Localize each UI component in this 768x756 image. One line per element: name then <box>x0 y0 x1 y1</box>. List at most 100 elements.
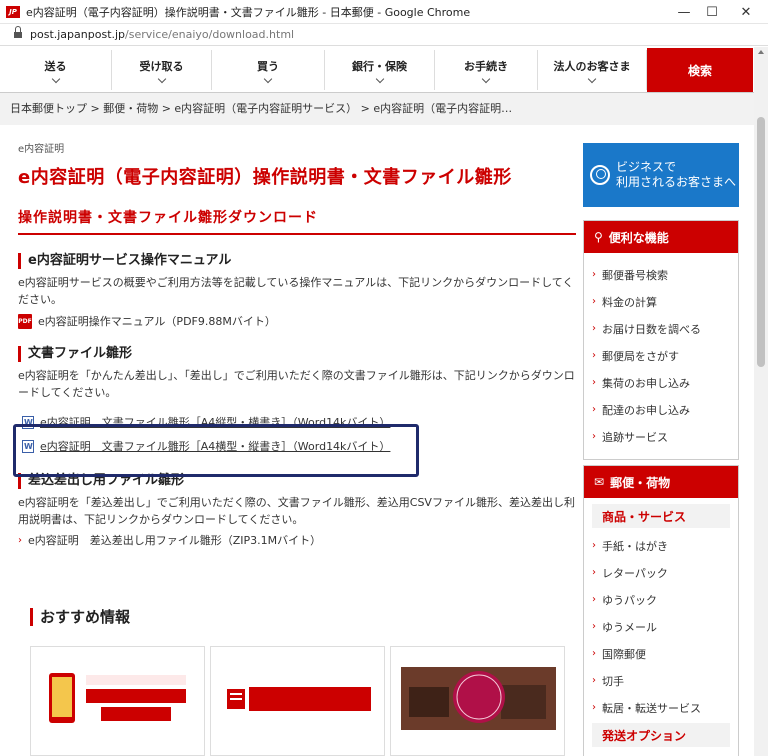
sidebar-item-label: 郵便番号検索 <box>602 268 668 282</box>
nav-label: 受け取る <box>139 60 184 73</box>
main-content: e内容証明 e内容証明（電子内容証明）操作説明書・文書ファイル雛形 操作説明書・… <box>18 140 576 548</box>
chevron-down-icon <box>51 74 60 84</box>
chevron-right-icon: › <box>18 534 22 546</box>
mail-heading-label: 郵便・荷物 <box>610 475 671 490</box>
nav-item-bank-insurance[interactable]: 銀行・保険 <box>325 50 435 90</box>
envelope-icon: ✉ <box>594 475 605 489</box>
recommend-heading: おすすめ情報 <box>30 608 130 626</box>
recommend-card-clickpost[interactable] <box>210 646 385 756</box>
address-bar[interactable]: post.japanpost.jp/service/enaiyo/downloa… <box>0 24 768 46</box>
recommend-card-valentine[interactable] <box>390 646 565 756</box>
sidebar-item-tracking[interactable]: › 追跡サービス <box>584 423 738 450</box>
clickpost-logo-image <box>221 667 376 730</box>
chevron-right-icon: › <box>592 540 596 551</box>
nav-item-receive[interactable]: 受け取る <box>112 50 212 90</box>
nav-item-procedures[interactable]: お手続き <box>435 50 538 90</box>
sidebar-item-international[interactable]: › 国際郵便 <box>584 640 738 667</box>
page-scrollbar[interactable] <box>754 47 768 756</box>
sidebar-item-label: ゆうメール <box>602 620 657 634</box>
valentine-banner-image <box>401 667 556 730</box>
sidebar-item-fee-calc[interactable]: › 料金の計算 <box>584 288 738 315</box>
tools-box: ⚲ 便利な機能 › 郵便番号検索 › 料金の計算 › お届け日数を調べる › 郵便局をさが… <box>583 220 739 460</box>
chevron-right-icon: › <box>592 431 596 442</box>
scrollbar-thumb[interactable] <box>757 117 765 367</box>
close-button[interactable]: ✕ <box>728 0 764 24</box>
chevron-right-icon: › <box>592 377 596 388</box>
global-nav: 送る 受け取る 買う 銀行・保険 お手続き 法人のお客さま 検索 <box>0 47 768 93</box>
url-domain: post.japanpost.jp <box>30 28 126 41</box>
sidebar-item-stamps[interactable]: › 切手 <box>584 667 738 694</box>
chevron-right-icon: › <box>592 296 596 307</box>
sidebar-item-label: 転居・転送サービス <box>602 701 701 715</box>
sidebar-item-delivery-days[interactable]: › お届け日数を調べる <box>584 315 738 342</box>
nav-label: 銀行・保険 <box>352 60 407 73</box>
nav-item-send[interactable]: 送る <box>0 50 112 90</box>
sidebar-item-postal-code[interactable]: › 郵便番号検索 <box>584 261 738 288</box>
template-heading: 文書ファイル雛形 <box>18 346 576 362</box>
merge-download-link[interactable]: › e内容証明 差込差出し用ファイル雛形（ZIP3.1Mバイト） <box>18 532 576 548</box>
sidebar-item-yupack[interactable]: › ゆうパック <box>584 586 738 613</box>
mail-heading: ✉ 郵便・荷物 <box>584 466 738 498</box>
category-label: e内容証明 <box>18 144 65 155</box>
nav-item-corporate[interactable]: 法人のお客さま <box>538 50 647 90</box>
scroll-up-arrow-icon[interactable] <box>758 50 764 54</box>
search-icon: ⚲ <box>594 230 603 244</box>
section-heading: 操作説明書・文書ファイル雛形ダウンロード <box>18 207 576 235</box>
sidebar-item-label: 追跡サービス <box>602 430 668 444</box>
sidebar-item-label: 郵便局をさがす <box>602 349 679 363</box>
sidebar-item-label: 国際郵便 <box>602 647 646 661</box>
sidebar-item-forwarding[interactable]: › 転居・転送サービス <box>584 694 738 721</box>
sidebar-item-find-office[interactable]: › 郵便局をさがす <box>584 342 738 369</box>
url-text[interactable]: post.japanpost.jp/service/enaiyo/downloa… <box>30 28 294 41</box>
sidebar-item-label: 料金の計算 <box>602 295 657 309</box>
chevron-down-icon <box>481 74 491 84</box>
sidebar-item-label: ゆうパック <box>602 593 657 607</box>
tools-heading-label: 便利な機能 <box>608 230 669 245</box>
sidebar-item-label: 切手 <box>602 674 624 688</box>
template-text: e内容証明を「かんたん差出し」、「差出し」でご利用いただく際の文書ファイル雛形は… <box>18 369 575 399</box>
sidebar-item-label: 配達のお申し込み <box>602 403 690 417</box>
sidebar-item-label: 手紙・はがき <box>602 539 668 553</box>
japanpost-favicon-icon: JP <box>6 5 20 18</box>
business-banner-label: ビジネスで 利用されるお客さまへ <box>616 160 737 189</box>
sidebar-item-delivery-request[interactable]: › 配達のお申し込み <box>584 396 738 423</box>
manual-heading: e内容証明サービス操作マニュアル <box>18 253 576 269</box>
pdf-icon: PDF <box>18 313 32 329</box>
search-button[interactable]: 検索 <box>647 48 753 92</box>
window-titlebar: JP e内容証明（電子内容証明）操作説明書・文書ファイル雛形 - 日本郵便 - … <box>0 0 768 24</box>
chevron-right-icon: › <box>592 269 596 280</box>
recommend-card-app[interactable] <box>30 646 205 756</box>
manual-text: e内容証明サービスの概要やご利用方法等を記載している操作マニュアルは、下記リンク… <box>18 276 574 306</box>
chevron-right-icon: › <box>592 702 596 713</box>
page-title: e内容証明（電子内容証明）操作説明書・文書ファイル雛形 <box>18 167 512 188</box>
chevron-right-icon: › <box>592 621 596 632</box>
manual-download-link[interactable]: PDF e内容証明操作マニュアル（PDF9.88Mバイト） <box>18 312 576 330</box>
mail-box: ✉ 郵便・荷物 商品・サービス › 手紙・はがき › レターパック › ゆうパック › ゆ… <box>583 465 739 756</box>
chevron-down-icon <box>587 74 597 84</box>
lock-icon <box>14 26 22 39</box>
sidebar-item-pickup[interactable]: › 集荷のお申し込み <box>584 369 738 396</box>
window-title: e内容証明（電子内容証明）操作説明書・文書ファイル雛形 - 日本郵便 - Goo… <box>26 5 471 19</box>
nav-label: お手続き <box>464 60 508 73</box>
chevron-right-icon: › <box>592 648 596 659</box>
maximize-button[interactable]: ☐ <box>694 0 730 24</box>
highlight-annotation-box <box>13 424 419 477</box>
products-services-subheading: 商品・サービス <box>592 504 730 528</box>
yupack-app-banner-image <box>41 667 196 730</box>
chevron-right-icon: › <box>592 567 596 578</box>
sidebar-item-label: 集荷のお申し込み <box>602 376 690 390</box>
merge-link-label: e内容証明 差込差出し用ファイル雛形（ZIP3.1Mバイト） <box>28 534 322 547</box>
chevron-down-icon <box>375 74 384 84</box>
breadcrumb[interactable]: 日本郵便トップ > 郵便・荷物 > e内容証明（電子内容証明サービス） > e内… <box>0 93 754 125</box>
tools-heading: ⚲ 便利な機能 <box>584 221 738 253</box>
sidebar-item-letterpack[interactable]: › レターパック <box>584 559 738 586</box>
sidebar-item-yumail[interactable]: › ゆうメール <box>584 613 738 640</box>
nav-label: 送る <box>44 60 67 73</box>
merge-text: e内容証明を「差込差出し」でご利用いただく際の、文書ファイル雛形、差込用CSVフ… <box>18 496 575 526</box>
sidebar-item-letters[interactable]: › 手紙・はがき <box>584 532 738 559</box>
chevron-down-icon <box>263 74 273 84</box>
nav-label: 買う <box>257 60 279 73</box>
business-customer-banner[interactable]: ビジネスで 利用されるお客さまへ <box>583 143 739 207</box>
chevron-right-icon: › <box>592 594 596 605</box>
nav-item-buy[interactable]: 買う <box>212 50 325 90</box>
